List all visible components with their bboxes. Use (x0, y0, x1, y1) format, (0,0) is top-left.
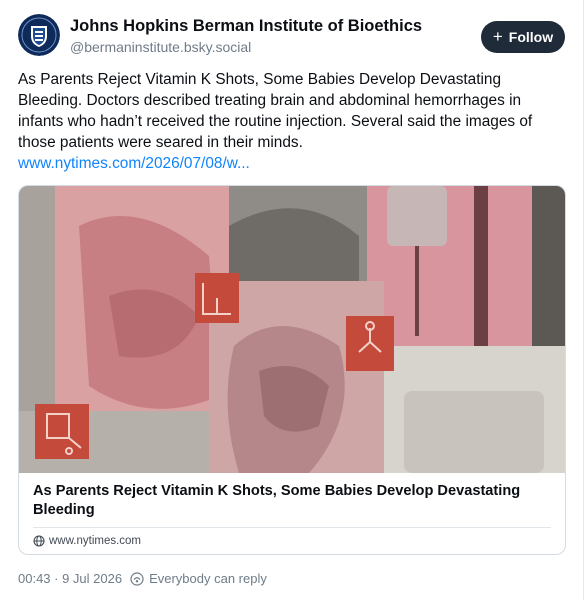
plus-icon: + (492, 27, 503, 46)
post-meta: 00:43 · 9 Jul 2026 Everybody can reply (18, 571, 267, 586)
card-domain: www.nytimes.com (49, 535, 142, 547)
university-shield-logo (18, 14, 60, 56)
follow-button[interactable]: + Follow (481, 21, 565, 53)
card-title[interactable]: As Parents Reject Vitamin K Shots, Some … (33, 482, 553, 520)
post-text: As Parents Reject Vitamin K Shots, Some … (18, 71, 533, 151)
post-container: Johns Hopkins Berman Institute of Bioeth… (0, 0, 584, 600)
author-block: Johns Hopkins Berman Institute of Bioeth… (70, 16, 422, 57)
card-domain-row: www.nytimes.com (33, 533, 141, 549)
post-link[interactable]: www.nytimes.com/2026/07/08/w... (18, 153, 568, 174)
author-handle[interactable]: @bermaninstitute.bsky.social (70, 37, 422, 57)
reply-setting-label: Everybody can reply (149, 571, 267, 586)
card-divider (33, 527, 551, 528)
reply-setting: Everybody can reply (130, 571, 267, 586)
follow-label: Follow (508, 29, 554, 45)
card-image[interactable] (19, 186, 565, 473)
post-body: As Parents Reject Vitamin K Shots, Some … (18, 69, 568, 174)
link-preview-card[interactable]: As Parents Reject Vitamin K Shots, Some … (18, 185, 566, 555)
author-display-name[interactable]: Johns Hopkins Berman Institute of Bioeth… (70, 16, 422, 36)
globe-icon (33, 535, 45, 547)
reply-audience-icon (130, 571, 144, 586)
post-timestamp[interactable]: 00:43 · 9 Jul 2026 (18, 571, 122, 586)
post-header: Johns Hopkins Berman Institute of Bioeth… (18, 14, 565, 60)
collage-illustration (19, 186, 565, 473)
avatar[interactable] (18, 14, 60, 56)
